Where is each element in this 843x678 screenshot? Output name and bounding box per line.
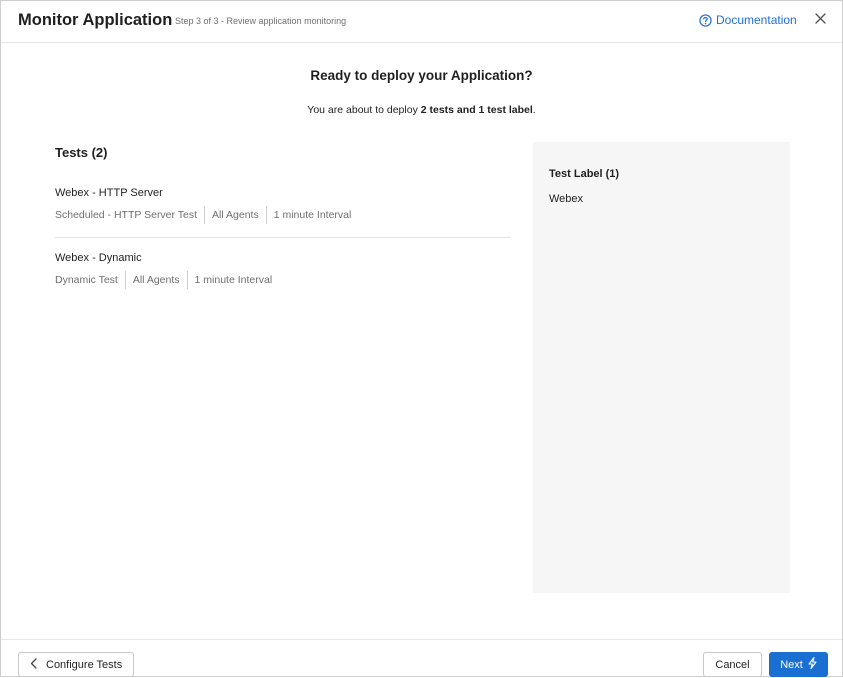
deploy-summary-prefix: You are about to deploy <box>307 104 421 116</box>
test-meta: Dynamic Test All Agents 1 minute Interva… <box>55 271 511 289</box>
test-interval: 1 minute Interval <box>273 209 352 221</box>
deploy-summary: You are about to deploy 2 tests and 1 te… <box>1 104 842 116</box>
test-name: Webex - HTTP Server <box>55 187 163 199</box>
meta-divider <box>265 206 267 224</box>
modal-footer: Configure Tests Cancel Next <box>1 639 842 678</box>
cancel-button[interactable]: Cancel <box>703 652 762 677</box>
deploy-summary-count: 2 tests and 1 test label <box>420 104 533 116</box>
deploy-summary-suffix: . <box>532 104 536 116</box>
test-agents: All Agents <box>132 274 180 286</box>
configure-tests-label: Configure Tests <box>46 658 123 671</box>
deploy-heading: Ready to deploy your Application? <box>310 68 533 83</box>
monitor-application-modal: Monitor Application Step 3 of 3 - Review… <box>0 0 843 677</box>
test-type: Scheduled - HTTP Server Test <box>55 209 198 221</box>
step-indicator: Step 3 of 3 - Review application monitor… <box>175 16 347 26</box>
meta-divider <box>186 271 188 289</box>
next-label: Next <box>780 658 803 671</box>
documentation-label: Documentation <box>716 13 797 27</box>
close-button[interactable] <box>811 10 829 30</box>
lightning-icon <box>808 656 817 672</box>
test-agents: All Agents <box>212 209 259 221</box>
tests-section-title: Tests (2) <box>55 145 108 160</box>
test-label-title: Test Label (1) <box>549 168 620 180</box>
test-type: Dynamic Test <box>55 274 118 286</box>
test-label-item: Webex <box>549 193 584 205</box>
close-icon <box>814 11 826 29</box>
test-name: Webex - Dynamic <box>55 252 142 264</box>
next-button[interactable]: Next <box>769 652 828 677</box>
configure-tests-button[interactable]: Configure Tests <box>18 652 134 677</box>
test-item: Webex - Dynamic Dynamic Test All Agents … <box>55 252 511 289</box>
test-meta: Scheduled - HTTP Server Test All Agents … <box>55 206 511 224</box>
page-title: Monitor Application <box>18 11 173 29</box>
meta-divider <box>124 271 126 289</box>
help-circle-icon <box>699 13 712 27</box>
documentation-link[interactable]: Documentation <box>699 13 797 27</box>
meta-divider <box>204 206 206 224</box>
test-interval: 1 minute Interval <box>194 274 273 286</box>
test-item: Webex - HTTP Server Scheduled - HTTP Ser… <box>55 187 511 238</box>
test-label-panel: Test Label (1) Webex <box>533 142 790 593</box>
chevron-left-icon <box>30 657 37 672</box>
modal-header: Monitor Application Step 3 of 3 - Review… <box>1 1 842 43</box>
cancel-label: Cancel <box>715 658 750 671</box>
